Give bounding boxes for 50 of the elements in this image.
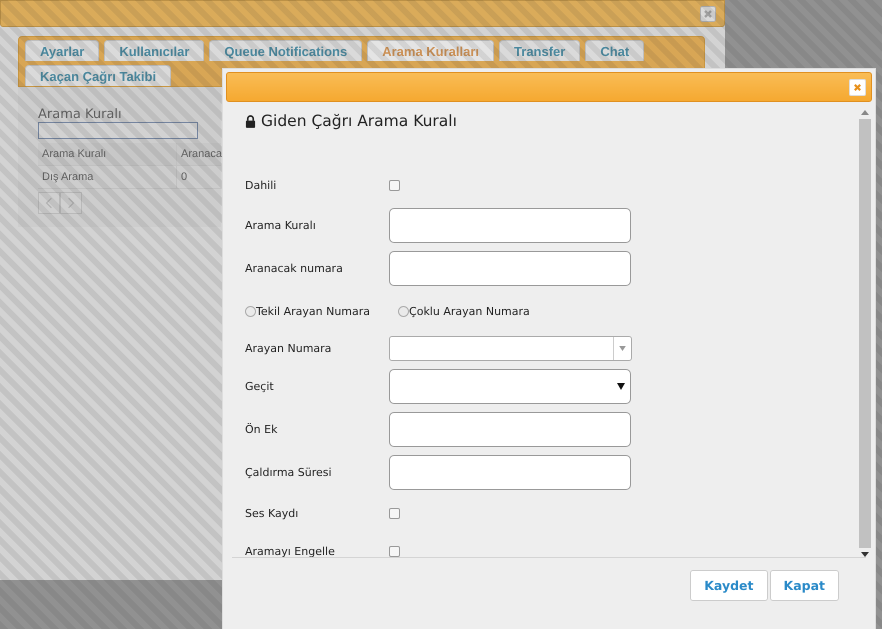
tab[interactable]: Kullanıcılar — [104, 40, 204, 61]
tab[interactable]: Kaçan Çağrı Takibi — [25, 65, 172, 86]
checkbox[interactable] — [389, 508, 400, 518]
scroll-down-icon[interactable] — [861, 552, 869, 557]
input-field[interactable] — [389, 455, 631, 490]
input-field[interactable] — [389, 208, 631, 243]
save-button[interactable]: Kaydet — [690, 570, 768, 601]
search-field[interactable] — [38, 122, 198, 139]
table-cell: 0 — [176, 166, 219, 188]
scroll-up-icon[interactable] — [861, 110, 869, 115]
lock-icon — [245, 114, 256, 128]
radio-button[interactable] — [398, 306, 410, 316]
field-label: Arayan Numara — [245, 342, 332, 355]
table-cell-text: Dış Arama — [41, 170, 94, 185]
close-icon — [853, 83, 862, 92]
tab[interactable]: Arama Kuralları — [367, 40, 494, 61]
previous-button[interactable] — [38, 192, 60, 214]
caret-icon — [617, 383, 625, 390]
chevron-left-icon — [45, 197, 53, 209]
dropdown-field[interactable] — [389, 336, 632, 361]
field-label: Aranacak numara — [245, 262, 344, 275]
field-label: Dahili — [245, 178, 278, 192]
column-header: Arama Kuralı — [41, 147, 108, 162]
radio-button[interactable] — [245, 306, 256, 316]
radio-label: Tekil Arayan Numara — [256, 304, 370, 318]
tab[interactable]: Queue Notifications — [209, 40, 362, 61]
checkbox[interactable] — [389, 546, 400, 556]
checkbox[interactable] — [389, 180, 400, 190]
input-field[interactable] — [389, 251, 631, 286]
chevron-right-icon — [67, 197, 75, 209]
field-label: Ön Ek — [245, 423, 278, 436]
tab[interactable]: Transfer — [499, 40, 580, 61]
input-field[interactable] — [389, 412, 631, 447]
field-label: Ses Kaydı — [245, 506, 300, 520]
dialog-title: Giden Çağrı Arama Kuralı — [261, 112, 457, 130]
radio-label: Çoklu Arayan Numara — [409, 304, 530, 318]
scrollbar[interactable] — [858, 110, 872, 557]
caret-icon — [619, 346, 626, 351]
field-label: Aramayı Engelle — [245, 544, 336, 558]
tab[interactable]: Ayarlar — [25, 40, 100, 61]
close-button[interactable]: Kapat — [770, 570, 839, 601]
field-label: Arama Kuralı — [245, 219, 317, 232]
dropdown-field[interactable] — [389, 369, 631, 404]
close-icon[interactable] — [700, 6, 716, 22]
field-label: Çaldırma Süresi — [245, 466, 333, 479]
search-label: Arama Kuralı — [38, 107, 122, 122]
field-label: Geçit — [245, 380, 275, 393]
next-button[interactable] — [60, 192, 82, 214]
close-button[interactable] — [849, 79, 866, 96]
tab[interactable]: Chat — [585, 40, 644, 61]
